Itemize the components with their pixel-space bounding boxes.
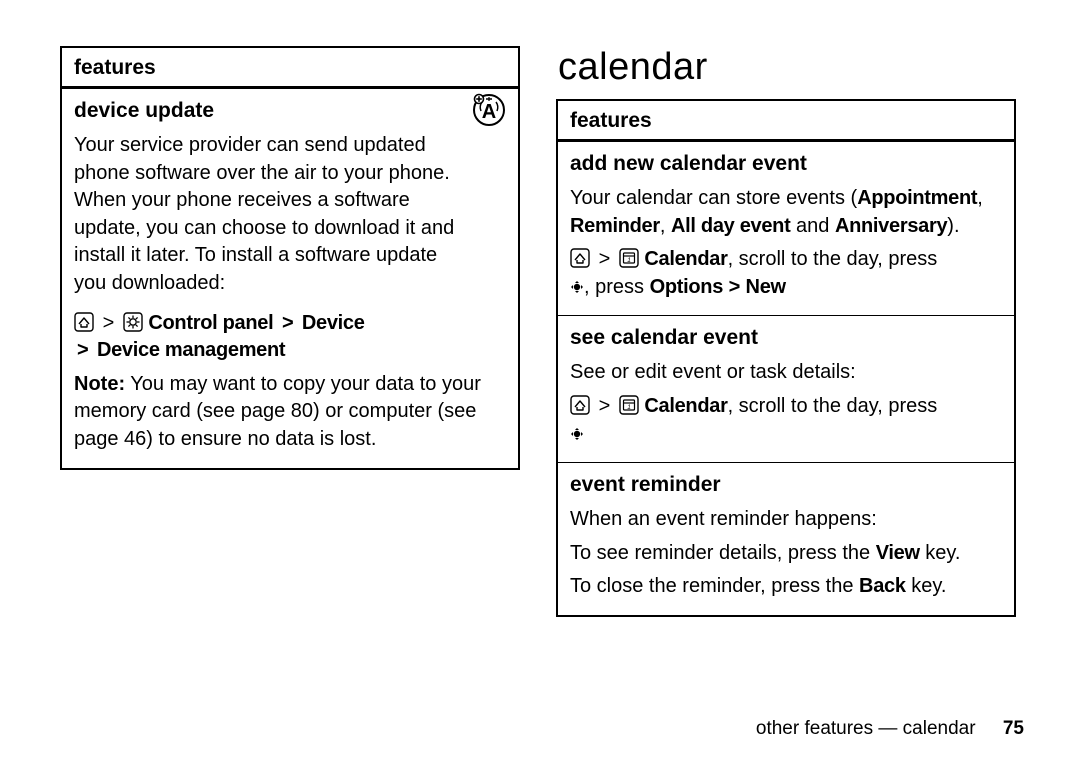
home-icon <box>570 395 590 415</box>
nav-calendar: Calendar <box>644 248 727 270</box>
nav-calendar: Calendar <box>644 395 727 417</box>
device-update-note: Note: You may want to copy your data to … <box>74 371 506 454</box>
device-update-cell: device update Your service provider can … <box>62 88 518 468</box>
home-icon <box>570 248 590 268</box>
page-number: 75 <box>1003 718 1024 739</box>
center-key-icon <box>570 427 584 441</box>
note-text: You may want to copy your data to your m… <box>74 373 481 450</box>
left-features-table: features device update Your service prov… <box>60 46 520 470</box>
see-event-nav: > Calendar, scroll to the day, press <box>570 393 1002 448</box>
see-event-desc: See or edit event or task details: <box>570 359 1002 387</box>
device-update-title: device update <box>74 97 472 126</box>
reminder-line1: When an event reminder happens: <box>570 506 1002 534</box>
calendar-icon <box>619 248 639 268</box>
center-key-icon <box>570 280 584 294</box>
add-event-nav: > Calendar, scroll to the day, press , p… <box>570 246 1002 301</box>
see-event-cell: see calendar event See or edit event or … <box>558 315 1014 462</box>
table-header-left: features <box>62 48 518 88</box>
manual-page: features device update Your service prov… <box>0 0 1080 766</box>
nav-control-panel: Control panel <box>148 312 273 334</box>
add-event-cell: add new calendar event Your calendar can… <box>558 141 1014 315</box>
left-column: features device update Your service prov… <box>60 46 520 736</box>
ota-antenna-icon <box>472 93 506 127</box>
nav-device-management: Device management <box>97 339 285 361</box>
right-column: calendar features add new calendar event… <box>556 46 1016 736</box>
event-reminder-cell: event reminder When an event reminder ha… <box>558 462 1014 615</box>
table-header-right: features <box>558 101 1014 141</box>
page-footer: other features — calendar 75 <box>756 718 1024 740</box>
note-label: Note: <box>74 373 125 395</box>
section-heading-calendar: calendar <box>558 46 1016 89</box>
event-reminder-title: event reminder <box>570 471 1002 500</box>
home-icon <box>74 312 94 332</box>
reminder-line2: To see reminder details, press the View … <box>570 540 1002 568</box>
device-update-desc: Your service provider can send updated p… <box>74 132 472 298</box>
reminder-line3: To close the reminder, press the Back ke… <box>570 573 1002 601</box>
right-features-table: features add new calendar event Your cal… <box>556 99 1016 617</box>
see-event-title: see calendar event <box>570 324 1002 353</box>
add-event-desc: Your calendar can store events (Appointm… <box>570 185 1002 240</box>
footer-text: other features — calendar <box>756 718 976 739</box>
device-update-nav: > Control panel > Device > Device manage… <box>74 310 506 365</box>
nav-device: Device <box>302 312 365 334</box>
tools-icon <box>123 312 143 332</box>
add-event-title: add new calendar event <box>570 150 1002 179</box>
calendar-icon <box>619 395 639 415</box>
